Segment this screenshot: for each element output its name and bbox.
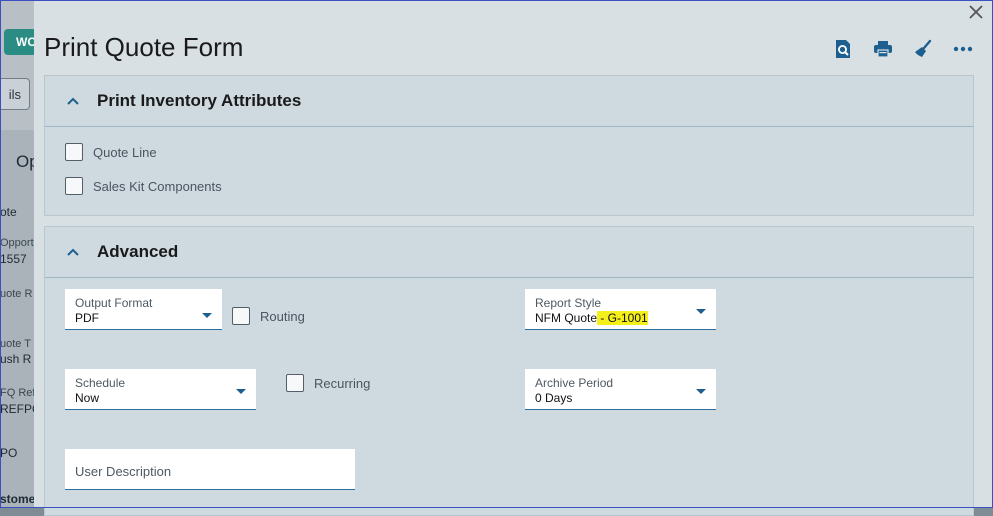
schedule-value: Now [75, 391, 100, 405]
schedule-label: Schedule [75, 376, 126, 390]
chevron-down-icon [202, 313, 212, 318]
background-row: ush R [0, 352, 32, 366]
chevron-down-icon [236, 389, 246, 394]
schedule-select[interactable]: Schedule Now [65, 369, 256, 410]
recurring-label: Recurring [314, 375, 371, 391]
preview-button[interactable] [830, 37, 856, 61]
report-style-label: Report Style [535, 296, 602, 310]
report-style-select[interactable]: Report Style NFM Quote - G-1001 [525, 289, 716, 330]
routing-label: Routing [260, 308, 305, 324]
quote-line-label: Quote Line [93, 144, 157, 160]
section-header-inventory[interactable]: Print Inventory Attributes [45, 76, 973, 127]
more-button[interactable] [950, 37, 976, 61]
dialog-toolbar [830, 37, 976, 61]
print-quote-dialog: Print Quote Form Print Inventory Attribu… [34, 0, 992, 516]
background-row: FQ Ref [0, 387, 36, 399]
user-description-input[interactable]: User Description [65, 449, 355, 490]
background-button[interactable]: ils [0, 78, 30, 110]
close-button[interactable] [966, 2, 986, 22]
sales-kit-checkbox-row[interactable]: Sales Kit Components [65, 177, 222, 195]
recurring-checkbox[interactable] [286, 374, 304, 392]
section-advanced: Advanced Output Format PDF Routing Repor… [44, 226, 974, 516]
output-format-value: PDF [75, 311, 99, 325]
routing-checkbox-row[interactable]: Routing [232, 307, 305, 325]
report-style-value: NFM Quote - G-1001 [535, 311, 648, 325]
printer-icon [874, 41, 892, 58]
close-icon [969, 5, 983, 19]
report-style-value-highlight: - G-1001 [597, 311, 648, 325]
quote-line-checkbox[interactable] [65, 143, 83, 161]
dialog-title: Print Quote Form [44, 32, 244, 62]
archive-period-value: 0 Days [535, 391, 573, 405]
print-button[interactable] [870, 37, 896, 61]
chevron-up-icon [67, 248, 79, 256]
broom-icon [915, 39, 932, 57]
background-row: 1557 [0, 252, 27, 266]
user-description-placeholder: User Description [75, 464, 172, 479]
section-title: Print Inventory Attributes [97, 91, 302, 110]
background-row: uote T [0, 338, 31, 350]
archive-period-select[interactable]: Archive Period 0 Days [525, 369, 716, 410]
output-format-label: Output Format [75, 296, 153, 310]
preview-icon [836, 40, 850, 58]
chevron-down-icon [696, 309, 706, 314]
background-row: PO [0, 446, 18, 460]
section-inventory-attributes: Print Inventory Attributes Quote Line Sa… [44, 75, 974, 216]
sales-kit-components-checkbox[interactable] [65, 177, 83, 195]
routing-checkbox[interactable] [232, 307, 250, 325]
background-row: ote [0, 205, 17, 219]
chevron-down-icon [696, 389, 706, 394]
more-icon [953, 46, 973, 52]
clear-button[interactable] [910, 37, 936, 61]
report-style-value-main: NFM Quote [535, 311, 598, 325]
output-format-select[interactable]: Output Format PDF [65, 289, 222, 330]
sales-kit-components-label: Sales Kit Components [93, 178, 222, 194]
background-row: uote R [0, 288, 33, 300]
background-row: stome [0, 492, 36, 506]
archive-period-label: Archive Period [535, 376, 614, 390]
quote-line-checkbox-row[interactable]: Quote Line [65, 143, 157, 161]
section-header-advanced[interactable]: Advanced [45, 227, 973, 278]
chevron-up-icon [67, 97, 79, 105]
recurring-checkbox-row[interactable]: Recurring [286, 374, 370, 392]
section-title: Advanced [97, 242, 179, 261]
